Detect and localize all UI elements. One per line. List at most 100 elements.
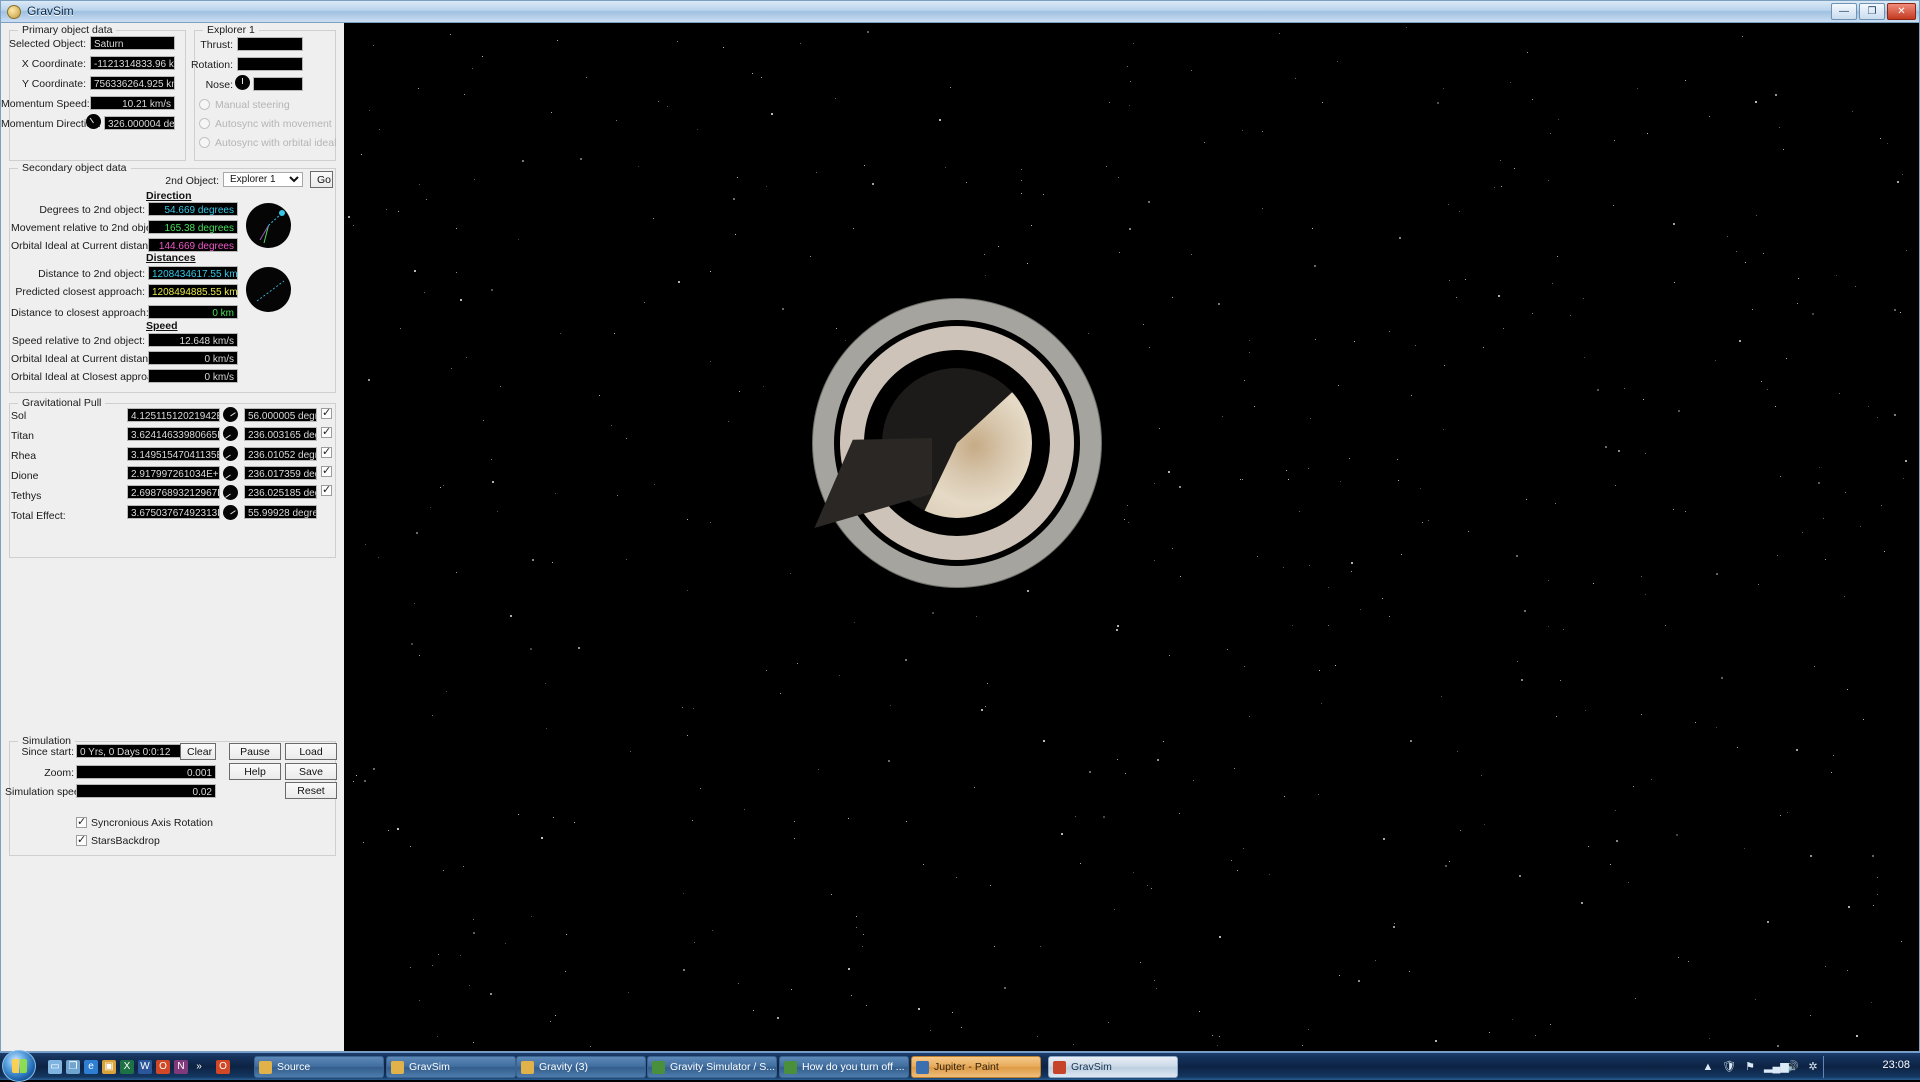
show-desktop-icon[interactable]: ▭ bbox=[48, 1060, 62, 1074]
gp-row-checkbox-rhea[interactable] bbox=[321, 445, 332, 458]
gp-row-checkbox-dione[interactable] bbox=[321, 464, 332, 477]
momentum-speed-value[interactable]: 10.21 km/s bbox=[90, 96, 175, 110]
star bbox=[1727, 236, 1728, 237]
network-icon[interactable]: ▂▄▆ bbox=[1764, 1060, 1789, 1074]
start-button[interactable] bbox=[2, 1050, 36, 1082]
folder-icon[interactable]: ▣ bbox=[102, 1060, 116, 1074]
star bbox=[353, 225, 354, 226]
reset-button[interactable]: Reset bbox=[285, 782, 337, 799]
taskbar-item-source[interactable]: Source bbox=[254, 1056, 384, 1078]
taskbar-item-how-do-you-turn-off[interactable]: How do you turn off ... bbox=[779, 1056, 909, 1078]
gp-row-degrees-titan[interactable]: 236.003165 degrees bbox=[244, 427, 317, 441]
gp-row-degrees-rhea[interactable]: 236.01052 degrees bbox=[244, 447, 317, 461]
orbital-ideal-current-distance-value[interactable]: 144.669 degrees bbox=[148, 238, 238, 252]
x-coordinate-label: X Coordinate: bbox=[21, 58, 86, 70]
gp-row-force-titan[interactable]: 3.62414633980665E+18 N bbox=[127, 427, 220, 441]
gp-row-degrees-sol[interactable]: 56.000005 degrees bbox=[244, 408, 317, 422]
bluetooth-icon[interactable]: ✲ bbox=[1806, 1060, 1820, 1074]
close-button[interactable]: ✕ bbox=[1887, 3, 1916, 20]
pause-button[interactable]: Pause bbox=[229, 743, 281, 760]
action-center-icon[interactable]: ⚑ bbox=[1743, 1060, 1757, 1074]
nose-value[interactable] bbox=[253, 77, 303, 91]
thrust-value[interactable] bbox=[237, 37, 303, 51]
radio-manual-steering[interactable] bbox=[199, 99, 210, 110]
star bbox=[464, 94, 465, 95]
taskbar-item-gravsim[interactable]: GravSim bbox=[1048, 1056, 1178, 1078]
star bbox=[419, 184, 420, 185]
orbital-ideal-speed-closest-value[interactable]: 0 km/s bbox=[148, 369, 238, 383]
gp-row-force-total[interactable]: 3.67503767492313E+19 N bbox=[127, 505, 220, 519]
simulation-speed-value[interactable]: 0.02 bbox=[76, 784, 216, 798]
gp-row-force-sol[interactable]: 4.12511512021942E+19 N bbox=[127, 408, 220, 422]
radio-autosync-orbital-ideal[interactable] bbox=[199, 137, 210, 148]
gp-row-checkbox-titan[interactable] bbox=[321, 425, 332, 438]
gp-row-degrees-tethys[interactable]: 236.025185 degrees bbox=[244, 485, 317, 499]
taskbar-item-gravity-simulator-s[interactable]: Gravity Simulator / S... bbox=[647, 1056, 777, 1078]
clear-button[interactable]: Clear bbox=[180, 743, 216, 760]
star bbox=[1855, 286, 1856, 287]
star bbox=[1716, 727, 1717, 728]
star bbox=[1715, 360, 1716, 361]
gp-row-force-rhea[interactable]: 3.14951547041135E+17 N bbox=[127, 447, 220, 461]
star bbox=[1219, 1036, 1220, 1037]
since-start-value[interactable]: 0 Yrs, 0 Days 0:0:12 bbox=[76, 744, 182, 758]
clock[interactable]: 23:08 bbox=[1882, 1059, 1910, 1071]
star bbox=[853, 228, 854, 229]
save-button[interactable]: Save bbox=[285, 763, 337, 780]
load-button[interactable]: Load bbox=[285, 743, 337, 760]
help-button[interactable]: Help bbox=[229, 763, 281, 780]
movement-relative-value[interactable]: 165.38 degrees bbox=[148, 220, 238, 234]
gp-row-degrees-total[interactable]: 55.99928 degrees bbox=[244, 505, 317, 519]
office-icon-2[interactable]: O bbox=[216, 1060, 230, 1074]
office-icon[interactable]: O bbox=[156, 1060, 170, 1074]
star bbox=[565, 971, 566, 972]
distance-to-2nd-object-value[interactable]: 1208434617.55 km bbox=[148, 266, 238, 280]
second-object-select[interactable]: Explorer 1 bbox=[223, 172, 303, 187]
star bbox=[1588, 846, 1589, 847]
star bbox=[1860, 526, 1861, 527]
momentum-direction-value[interactable]: 326.000004 degrees bbox=[104, 116, 175, 130]
switch-windows-icon[interactable]: ❐ bbox=[66, 1060, 80, 1074]
gp-row-checkbox-sol[interactable] bbox=[321, 406, 332, 419]
star bbox=[872, 183, 874, 185]
internet-explorer-icon[interactable]: e bbox=[84, 1060, 98, 1074]
security-alert-icon[interactable]: 🛡 bbox=[1722, 1060, 1736, 1074]
taskbar-item-gravsim[interactable]: GravSim bbox=[386, 1056, 516, 1078]
orbital-ideal-speed-current-value[interactable]: 0 km/s bbox=[148, 351, 238, 365]
speed-relative-value[interactable]: 12.648 km/s bbox=[148, 333, 238, 347]
onenote-icon[interactable]: N bbox=[174, 1060, 188, 1074]
selected-object-value[interactable]: Saturn bbox=[90, 36, 175, 50]
secondary-object-group-label: Secondary object data bbox=[18, 162, 131, 174]
gp-row-force-tethys[interactable]: 2.69876893212967E+17 N bbox=[127, 485, 220, 499]
degrees-to-2nd-object-value[interactable]: 54.669 degrees bbox=[148, 202, 238, 216]
predicted-closest-approach-value[interactable]: 1208494885.55 km bbox=[148, 284, 238, 298]
distance-to-closest-approach-value[interactable]: 0 km bbox=[148, 305, 238, 319]
taskbar-item-label: How do you turn off ... bbox=[802, 1061, 905, 1073]
y-coordinate-value[interactable]: 756336264.925 km bbox=[90, 76, 175, 90]
rotation-value[interactable] bbox=[237, 57, 303, 71]
simulation-viewport[interactable] bbox=[344, 23, 1919, 1051]
stars-backdrop-checkbox[interactable] bbox=[76, 833, 87, 846]
excel-icon[interactable]: X bbox=[120, 1060, 134, 1074]
sync-axis-rotation-checkbox[interactable] bbox=[76, 815, 87, 828]
go-button[interactable]: Go bbox=[310, 171, 333, 188]
maximize-button[interactable]: ❐ bbox=[1859, 3, 1885, 20]
window-titlebar[interactable]: GravSim — ❐ ✕ bbox=[1, 1, 1919, 23]
gp-row-force-dione[interactable]: 2.917997261034E+17 N bbox=[127, 466, 220, 480]
show-hidden-icons-icon[interactable]: ▲ bbox=[1701, 1060, 1715, 1074]
star bbox=[1637, 88, 1638, 89]
chevron-more-icon[interactable]: » bbox=[192, 1060, 206, 1074]
radio-autosync-movement[interactable] bbox=[199, 118, 210, 129]
taskbar-item-gravity-3[interactable]: Gravity (3) bbox=[516, 1056, 646, 1078]
star bbox=[848, 968, 850, 970]
word-icon[interactable]: W bbox=[138, 1060, 152, 1074]
x-coordinate-value[interactable]: -1121314833.96 km bbox=[90, 56, 175, 70]
minimize-button[interactable]: — bbox=[1831, 3, 1857, 20]
taskbar-item-jupiter-paint[interactable]: Jupiter - Paint bbox=[911, 1056, 1041, 1078]
zoom-value[interactable]: 0.001 bbox=[76, 765, 216, 779]
star bbox=[1745, 262, 1746, 263]
star bbox=[735, 234, 736, 235]
gp-row-checkbox-tethys[interactable] bbox=[321, 483, 332, 496]
star bbox=[1393, 926, 1395, 928]
gp-row-degrees-dione[interactable]: 236.017359 degrees bbox=[244, 466, 317, 480]
